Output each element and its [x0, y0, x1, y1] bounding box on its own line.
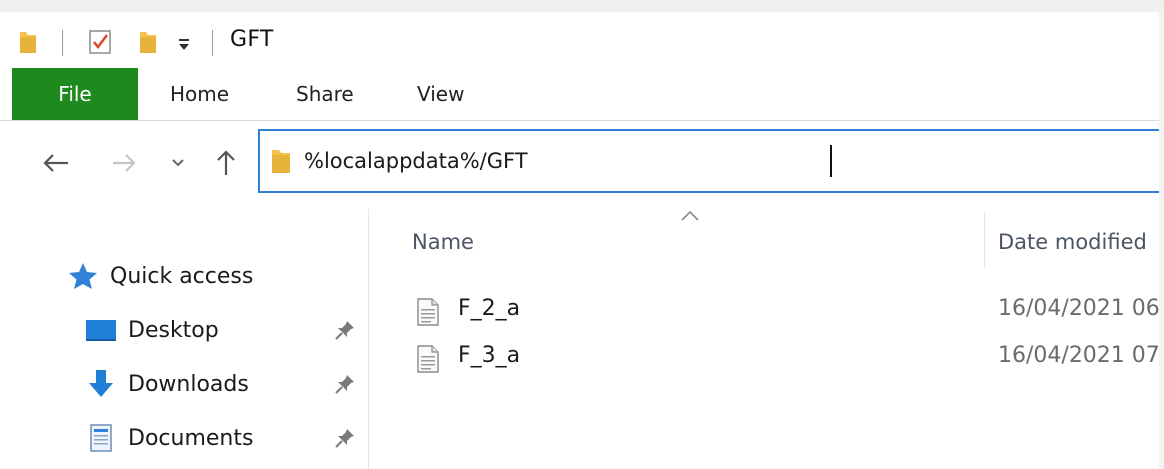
- forward-button[interactable]: [106, 143, 142, 183]
- toolbar-separator: [62, 30, 63, 56]
- documents-icon: [84, 423, 118, 453]
- pane-divider[interactable]: [368, 209, 369, 469]
- back-arrow-icon: [43, 154, 68, 172]
- column-divider[interactable]: [984, 212, 985, 268]
- toolbar-separator: [212, 30, 213, 56]
- file-row[interactable]: F_3_a 16/04/2021 07: [404, 335, 1164, 385]
- file-date-modified: 16/04/2021 07: [998, 343, 1160, 368]
- address-bar[interactable]: [258, 129, 1164, 193]
- column-header-name[interactable]: Name: [412, 222, 474, 262]
- file-name: F_2_a: [458, 296, 521, 321]
- back-button[interactable]: [36, 143, 76, 183]
- tab-home[interactable]: Home: [170, 68, 229, 120]
- nav-item-label: Downloads: [128, 371, 249, 397]
- folder-icon: [272, 150, 290, 173]
- text-file-icon: [417, 345, 439, 373]
- file-date-modified: 16/04/2021 06: [998, 296, 1160, 321]
- navigation-bar: [0, 121, 1164, 209]
- tab-view[interactable]: View: [417, 68, 464, 120]
- text-file-icon: [417, 298, 439, 326]
- up-arrow-icon: [217, 150, 235, 175]
- file-row[interactable]: F_2_a 16/04/2021 06: [404, 288, 1164, 338]
- nav-item-label: Quick access: [110, 263, 254, 289]
- nav-item-desktop[interactable]: Desktop: [84, 308, 219, 352]
- desktop-icon: [84, 315, 118, 345]
- window-title: GFT: [230, 27, 274, 52]
- nav-item-quick-access[interactable]: Quick access: [66, 254, 253, 298]
- forward-arrow-icon: [113, 154, 136, 172]
- title-bar: [0, 12, 1164, 68]
- pin-icon[interactable]: [333, 426, 357, 450]
- download-arrow-icon: [84, 369, 118, 399]
- nav-item-label: Desktop: [128, 317, 219, 343]
- pin-icon[interactable]: [333, 372, 357, 396]
- column-header-date-modified[interactable]: Date modified: [998, 222, 1147, 262]
- new-folder-icon[interactable]: [138, 29, 158, 55]
- nav-item-label: Documents: [128, 425, 254, 451]
- nav-item-documents[interactable]: Documents: [84, 416, 253, 460]
- window-top-edge: [0, 0, 1164, 12]
- address-input[interactable]: [304, 139, 1124, 183]
- nav-item-downloads[interactable]: Downloads: [84, 362, 249, 406]
- properties-icon[interactable]: [88, 29, 112, 55]
- star-icon: [66, 261, 100, 291]
- tab-share[interactable]: Share: [296, 68, 354, 120]
- tab-file[interactable]: File: [12, 68, 138, 120]
- window-right-edge: [1159, 12, 1164, 469]
- pin-icon[interactable]: [333, 318, 357, 342]
- sort-ascending-icon: [681, 210, 699, 221]
- ribbon-tabs: File Home Share View: [0, 68, 1164, 121]
- file-name: F_3_a: [458, 343, 521, 368]
- recent-locations-button[interactable]: [164, 143, 192, 183]
- folder-icon[interactable]: [18, 29, 38, 55]
- text-caret: [830, 145, 832, 177]
- chevron-down-icon: [172, 159, 184, 167]
- customize-toolbar-chevron-icon[interactable]: [176, 34, 192, 54]
- up-button[interactable]: [210, 143, 242, 183]
